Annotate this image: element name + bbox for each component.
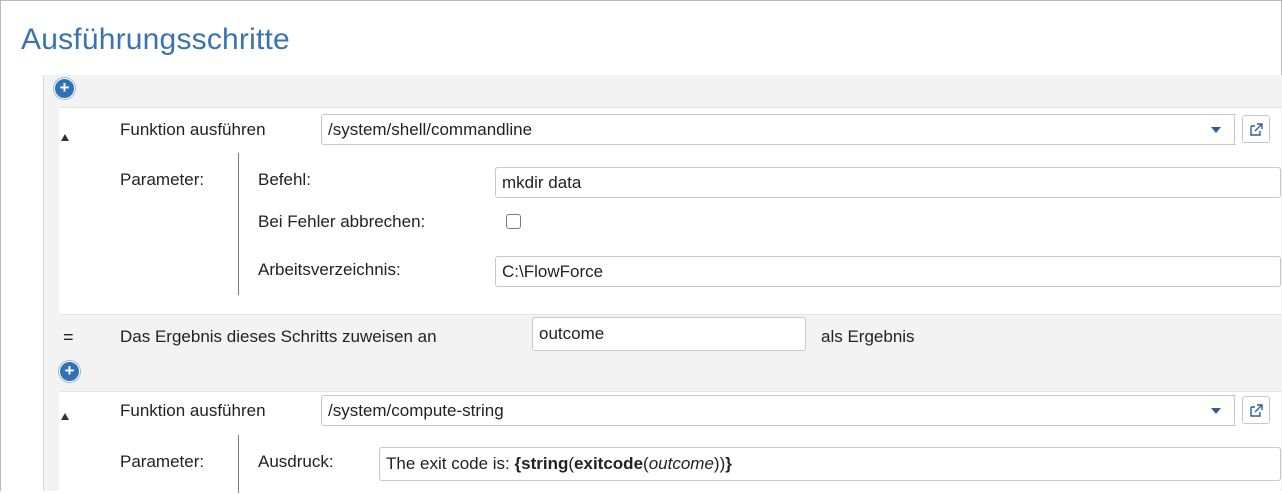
arbeitsverzeichnis-label: Arbeitsverzeichnis: <box>258 260 401 279</box>
ausdruck-input[interactable]: The exit code is: {string(exitcode(outco… <box>379 447 1281 481</box>
parameter-label: Parameter: <box>120 170 205 189</box>
open-external-icon <box>1250 123 1263 136</box>
arbeitsverzeichnis-input[interactable]: C:\FlowForce <box>495 256 1281 287</box>
chevron-down-icon <box>1211 408 1221 414</box>
assign-equals-sign: = <box>63 327 74 347</box>
assign-prefix-text: Das Ergebnis dieses Schritts zuweisen an <box>120 327 437 346</box>
parameter-label: Parameter: <box>120 452 205 471</box>
open-external-icon <box>1250 404 1263 417</box>
befehl-input[interactable]: mkdir data <box>495 167 1281 198</box>
add-step-button[interactable]: + <box>54 78 75 99</box>
parameter-divider <box>238 153 239 295</box>
collapse-icon[interactable] <box>61 134 69 141</box>
expression-text: The exit code is: <box>386 454 515 473</box>
page-title: Ausführungsschritte <box>21 23 290 56</box>
function-select[interactable]: /system/compute-string <box>321 395 1236 426</box>
abbrechen-label: Bei Fehler abbrechen: <box>258 212 426 231</box>
expression-function-string: string <box>521 454 569 473</box>
chevron-down-icon <box>1211 127 1221 133</box>
result-variable-input[interactable]: outcome <box>532 317 806 351</box>
expression-argument: outcome <box>648 454 714 473</box>
parameter-divider <box>238 435 239 493</box>
assign-suffix-text: als Ergebnis <box>821 327 915 346</box>
collapse-icon[interactable] <box>61 413 69 420</box>
step-function-label: Funktion ausführen <box>120 401 266 420</box>
befehl-label: Befehl: <box>258 170 311 189</box>
step-function-label: Funktion ausführen <box>120 120 266 139</box>
ausdruck-label: Ausdruck: <box>258 452 334 471</box>
add-step-button[interactable]: + <box>59 361 80 382</box>
expression-brace-close: } <box>725 454 732 473</box>
expression-function-exitcode: exitcode <box>574 454 644 473</box>
execution-steps-panel: Ausführungsschritte + Funktion ausführen… <box>0 0 1282 494</box>
abbrechen-checkbox[interactable] <box>506 214 521 229</box>
function-select-dropdown[interactable] <box>1197 114 1235 145</box>
open-function-button[interactable] <box>1242 396 1270 424</box>
function-select-dropdown[interactable] <box>1197 395 1235 426</box>
function-select[interactable]: /system/shell/commandline <box>321 114 1236 145</box>
expression-paren-close: )) <box>713 454 726 473</box>
open-function-button[interactable] <box>1242 115 1270 143</box>
